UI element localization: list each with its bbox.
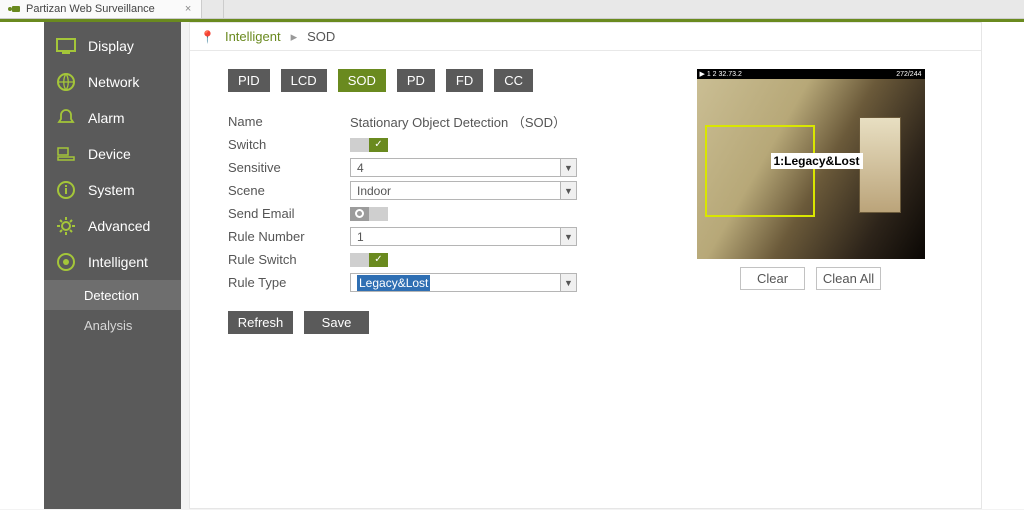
display-icon bbox=[56, 36, 76, 56]
breadcrumb-current: SOD bbox=[307, 29, 335, 44]
device-icon bbox=[56, 144, 76, 164]
advanced-icon bbox=[56, 216, 76, 236]
save-button[interactable]: Save bbox=[304, 311, 369, 334]
location-pin-icon: 📍 bbox=[200, 30, 215, 44]
tab-close-icon[interactable]: × bbox=[183, 3, 193, 15]
rulenumber-value: 1 bbox=[357, 230, 364, 244]
field-scene: Scene Indoor ▼ bbox=[228, 179, 640, 202]
tab-title: Partizan Web Surveillance bbox=[26, 3, 155, 15]
clear-button[interactable]: Clear bbox=[740, 267, 805, 290]
ruletype-label: Rule Type bbox=[228, 275, 350, 290]
chevron-down-icon: ▼ bbox=[560, 182, 576, 199]
video-preview[interactable]: ▶ 1 2 32.73.2 272/244 1:Legacy&Lost bbox=[697, 69, 925, 259]
breadcrumb-root[interactable]: Intelligent bbox=[225, 29, 281, 44]
tab-fd[interactable]: FD bbox=[446, 69, 483, 92]
chevron-down-icon: ▼ bbox=[560, 159, 576, 176]
sidebar-item-label: Device bbox=[88, 146, 131, 162]
sendemail-toggle[interactable] bbox=[350, 207, 388, 221]
breadcrumb: 📍 Intelligent ▸ SOD bbox=[190, 23, 981, 51]
sidebar-item-label: System bbox=[88, 182, 135, 198]
field-rulenumber: Rule Number 1▼ bbox=[228, 225, 640, 248]
tab-lcd[interactable]: LCD bbox=[281, 69, 327, 92]
alarm-icon bbox=[56, 108, 76, 128]
sidebar-sub-detection[interactable]: Detection bbox=[44, 280, 181, 310]
sendemail-label: Send Email bbox=[228, 206, 350, 221]
sidebar: Display Network Alarm Device System Adva… bbox=[44, 22, 181, 509]
form-column: PID LCD SOD PD FD CC Name Stationary Obj… bbox=[190, 69, 640, 334]
gutter-left bbox=[0, 22, 44, 509]
content-gap bbox=[181, 22, 189, 509]
sidebar-sub-label: Detection bbox=[84, 288, 139, 303]
favicon-icon bbox=[8, 5, 20, 13]
sensitive-select[interactable]: 4▼ bbox=[350, 158, 577, 177]
sidebar-sub-analysis[interactable]: Analysis bbox=[44, 310, 181, 340]
sod-tab-row: PID LCD SOD PD FD CC bbox=[228, 69, 640, 92]
sidebar-item-label: Display bbox=[88, 38, 134, 54]
network-icon bbox=[56, 72, 76, 92]
new-tab-button[interactable] bbox=[202, 0, 224, 18]
sidebar-item-alarm[interactable]: Alarm bbox=[44, 100, 181, 136]
browser-tab[interactable]: Partizan Web Surveillance × bbox=[0, 0, 202, 18]
field-ruleswitch: Rule Switch ✓ bbox=[228, 248, 640, 271]
browser-tab-bar: Partizan Web Surveillance × bbox=[0, 0, 1024, 19]
intelligent-icon bbox=[56, 252, 76, 272]
sensitive-value: 4 bbox=[357, 161, 364, 175]
roi-label: 1:Legacy&Lost bbox=[771, 153, 863, 169]
osd-right: 272/244 bbox=[896, 71, 921, 78]
scene-value: Indoor bbox=[357, 184, 391, 198]
roi-rect[interactable] bbox=[705, 125, 815, 217]
sidebar-item-advanced[interactable]: Advanced bbox=[44, 208, 181, 244]
tab-pid[interactable]: PID bbox=[228, 69, 270, 92]
tab-sod[interactable]: SOD bbox=[338, 69, 386, 92]
sidebar-item-display[interactable]: Display bbox=[44, 28, 181, 64]
ruleswitch-label: Rule Switch bbox=[228, 252, 350, 267]
switch-toggle[interactable]: ✓ bbox=[350, 138, 388, 152]
osd-left: ▶ 1 2 32.73.2 bbox=[700, 70, 742, 78]
name-value: Stationary Object Detection （SOD） bbox=[350, 112, 566, 131]
field-switch: Switch ✓ bbox=[228, 133, 640, 156]
sidebar-item-label: Intelligent bbox=[88, 254, 148, 270]
sidebar-item-label: Network bbox=[88, 74, 139, 90]
rulenumber-label: Rule Number bbox=[228, 229, 350, 244]
ruletype-select[interactable]: Legacy&Lost ▼ bbox=[350, 273, 577, 292]
rulenumber-select[interactable]: 1▼ bbox=[350, 227, 577, 246]
tab-cc[interactable]: CC bbox=[494, 69, 533, 92]
video-osd-bar: ▶ 1 2 32.73.2 272/244 bbox=[697, 69, 925, 79]
chevron-down-icon: ▼ bbox=[560, 228, 576, 245]
refresh-button[interactable]: Refresh bbox=[228, 311, 293, 334]
sidebar-item-system[interactable]: System bbox=[44, 172, 181, 208]
scene-door bbox=[859, 117, 901, 213]
system-icon bbox=[56, 180, 76, 200]
content-panel: 📍 Intelligent ▸ SOD PID LCD SOD PD FD CC… bbox=[189, 22, 982, 509]
switch-label: Switch bbox=[228, 137, 350, 152]
field-ruletype: Rule Type Legacy&Lost ▼ bbox=[228, 271, 640, 294]
preview-column: ▶ 1 2 32.73.2 272/244 1:Legacy&Lost Clea… bbox=[640, 69, 981, 334]
sidebar-sub-label: Analysis bbox=[84, 318, 132, 333]
ruleswitch-toggle[interactable]: ✓ bbox=[350, 253, 388, 267]
tab-pd[interactable]: PD bbox=[397, 69, 435, 92]
field-sendemail: Send Email bbox=[228, 202, 640, 225]
cleanall-button[interactable]: Clean All bbox=[816, 267, 881, 290]
scene-label: Scene bbox=[228, 183, 350, 198]
sidebar-item-intelligent[interactable]: Intelligent bbox=[44, 244, 181, 280]
scene-select[interactable]: Indoor ▼ bbox=[350, 181, 577, 200]
field-sensitive: Sensitive 4▼ bbox=[228, 156, 640, 179]
ruletype-value: Legacy&Lost bbox=[357, 275, 430, 291]
sidebar-item-label: Alarm bbox=[88, 110, 125, 126]
sidebar-item-network[interactable]: Network bbox=[44, 64, 181, 100]
sensitive-label: Sensitive bbox=[228, 160, 350, 175]
sidebar-item-label: Advanced bbox=[88, 218, 150, 234]
chevron-right-icon: ▸ bbox=[291, 29, 298, 45]
chevron-down-icon: ▼ bbox=[560, 274, 576, 291]
sidebar-item-device[interactable]: Device bbox=[44, 136, 181, 172]
field-name: Name Stationary Object Detection （SOD） bbox=[228, 110, 640, 133]
name-label: Name bbox=[228, 114, 350, 129]
gutter-right bbox=[982, 22, 1024, 509]
